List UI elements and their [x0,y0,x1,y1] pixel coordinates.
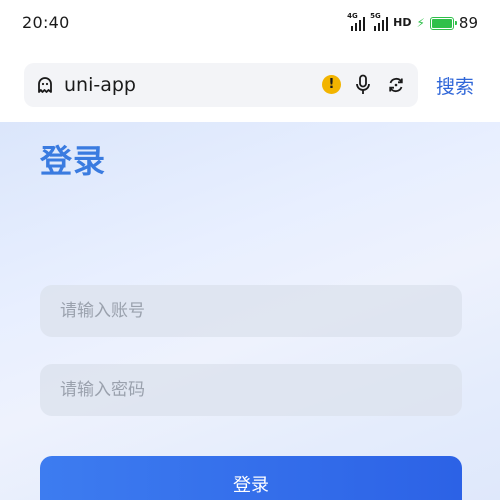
hd-voice-label: HD [393,16,412,29]
refresh-icon[interactable] [386,75,406,95]
address-bar[interactable]: uni-app ! [24,63,418,107]
login-page: 登录 登录 [0,122,500,500]
microphone-icon[interactable] [354,74,372,96]
battery-percentage: 89 [458,14,478,32]
status-indicators: 4G 5G HD ⚡ 89 [347,13,478,33]
login-button[interactable]: 登录 [40,456,462,500]
signal-5g-icon: 5G [370,13,389,31]
password-input[interactable] [40,364,462,416]
ghost-icon [38,77,52,93]
battery-icon [429,16,457,30]
page-title: 登录 [40,142,107,180]
status-time: 20:40 [22,13,70,32]
warning-icon[interactable]: ! [322,75,341,94]
url-text: uni-app [64,74,136,96]
signal-4g-icon: 4G [347,13,366,31]
account-input[interactable] [40,285,462,337]
browser-toolbar: uni-app ! 搜索 [0,46,500,122]
search-button[interactable]: 搜索 [436,72,474,99]
status-bar: 20:40 4G 5G HD ⚡ 89 [0,0,500,46]
charging-icon: ⚡ [416,16,425,30]
screen: 20:40 4G 5G HD ⚡ 89 uni-app ! 搜索 登录 请输入账… [0,0,500,500]
